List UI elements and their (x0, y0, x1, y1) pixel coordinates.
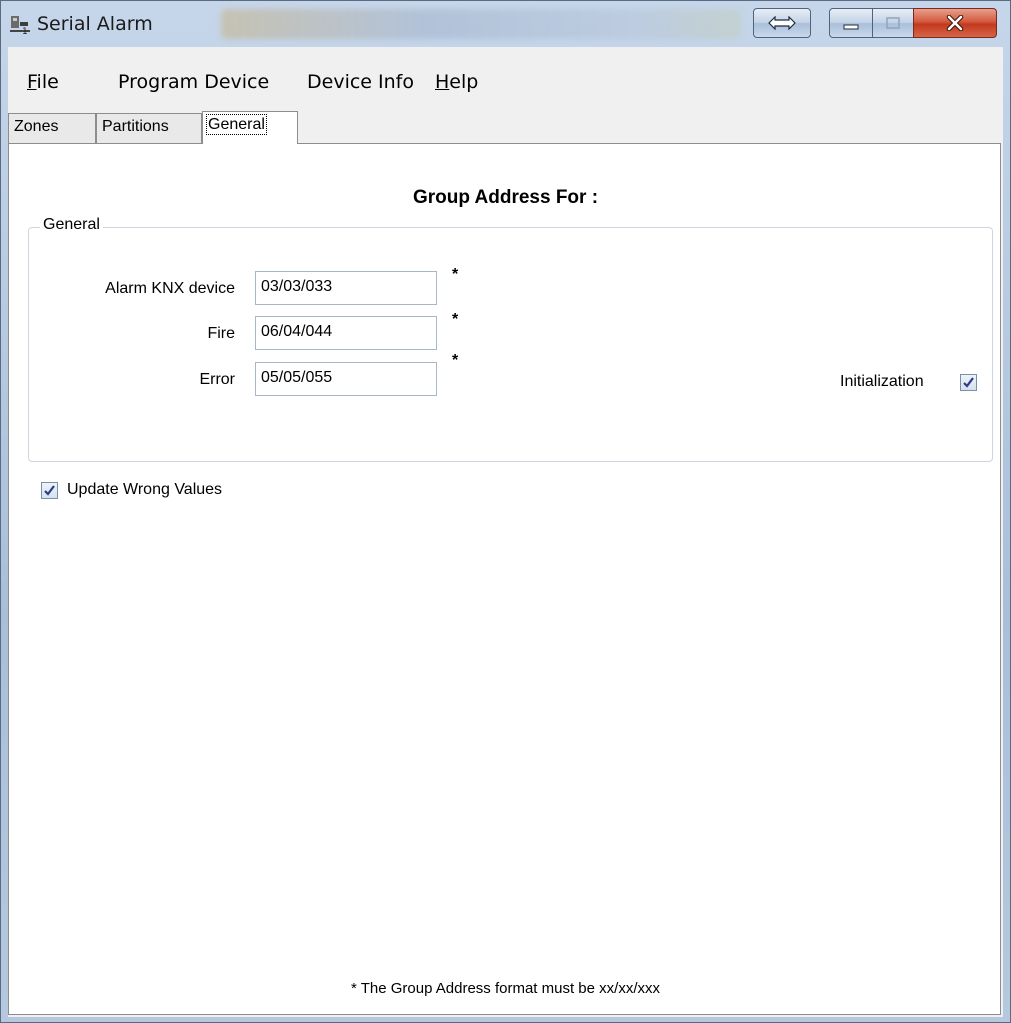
snap-button[interactable] (753, 8, 811, 38)
window-title: Serial Alarm (37, 13, 153, 35)
maximize-icon (886, 17, 900, 29)
maximize-button[interactable] (872, 8, 914, 38)
general-groupbox-title: General (40, 216, 103, 234)
client-area: File Program Device Device Info Help Zon… (8, 47, 1003, 1017)
title-bar[interactable]: 1 Serial Alarm (1, 1, 1010, 47)
fire-label: Fire (207, 325, 235, 342)
menu-program-device[interactable]: Program Device (118, 73, 269, 92)
close-icon (946, 15, 964, 31)
menu-bar: File Program Device Device Info Help (8, 47, 1003, 92)
general-groupbox: General (28, 216, 993, 462)
title-bar-background (221, 9, 741, 39)
fire-input[interactable]: 06/04/044 (255, 316, 437, 350)
required-marker: * (452, 266, 459, 283)
tab-general[interactable]: General (202, 111, 298, 144)
double-arrow-icon (768, 16, 796, 30)
error-label: Error (199, 371, 235, 388)
alarm-knx-device-label: Alarm KNX device (105, 280, 235, 297)
group-address-heading: Group Address For : (412, 187, 599, 208)
minimize-icon (843, 24, 859, 30)
menu-device-info[interactable]: Device Info (307, 73, 414, 92)
minimize-button[interactable] (829, 8, 873, 38)
tab-partitions[interactable]: Partitions (96, 113, 202, 143)
initialization-checkbox[interactable] (960, 374, 977, 391)
menu-file[interactable]: File (27, 73, 59, 92)
checkmark-icon (963, 377, 974, 388)
update-wrong-values-checkbox[interactable] (41, 482, 58, 499)
general-tab-page: Group Address For : General Alarm KNX de… (8, 143, 1001, 1015)
close-button[interactable] (913, 8, 997, 38)
update-wrong-values-label: Update Wrong Values (67, 481, 223, 498)
tab-zones[interactable]: Zones (8, 113, 96, 143)
required-marker: * (452, 352, 459, 369)
checkmark-icon (44, 485, 55, 496)
alarm-knx-device-input[interactable]: 03/03/033 (255, 271, 437, 305)
format-footnote: * The Group Address format must be xx/xx… (350, 980, 660, 997)
menu-help[interactable]: Help (435, 73, 478, 92)
tab-strip: Zones Partitions General (8, 111, 1003, 144)
serial-alarm-window: 1 Serial Alarm File Program Device Devic… (0, 0, 1011, 1023)
required-marker: * (452, 311, 459, 328)
initialization-label: Initialization (840, 373, 924, 390)
svg-text:1: 1 (22, 27, 28, 35)
error-input[interactable]: 05/05/055 (255, 362, 437, 396)
alarm-app-icon: 1 (10, 16, 30, 35)
